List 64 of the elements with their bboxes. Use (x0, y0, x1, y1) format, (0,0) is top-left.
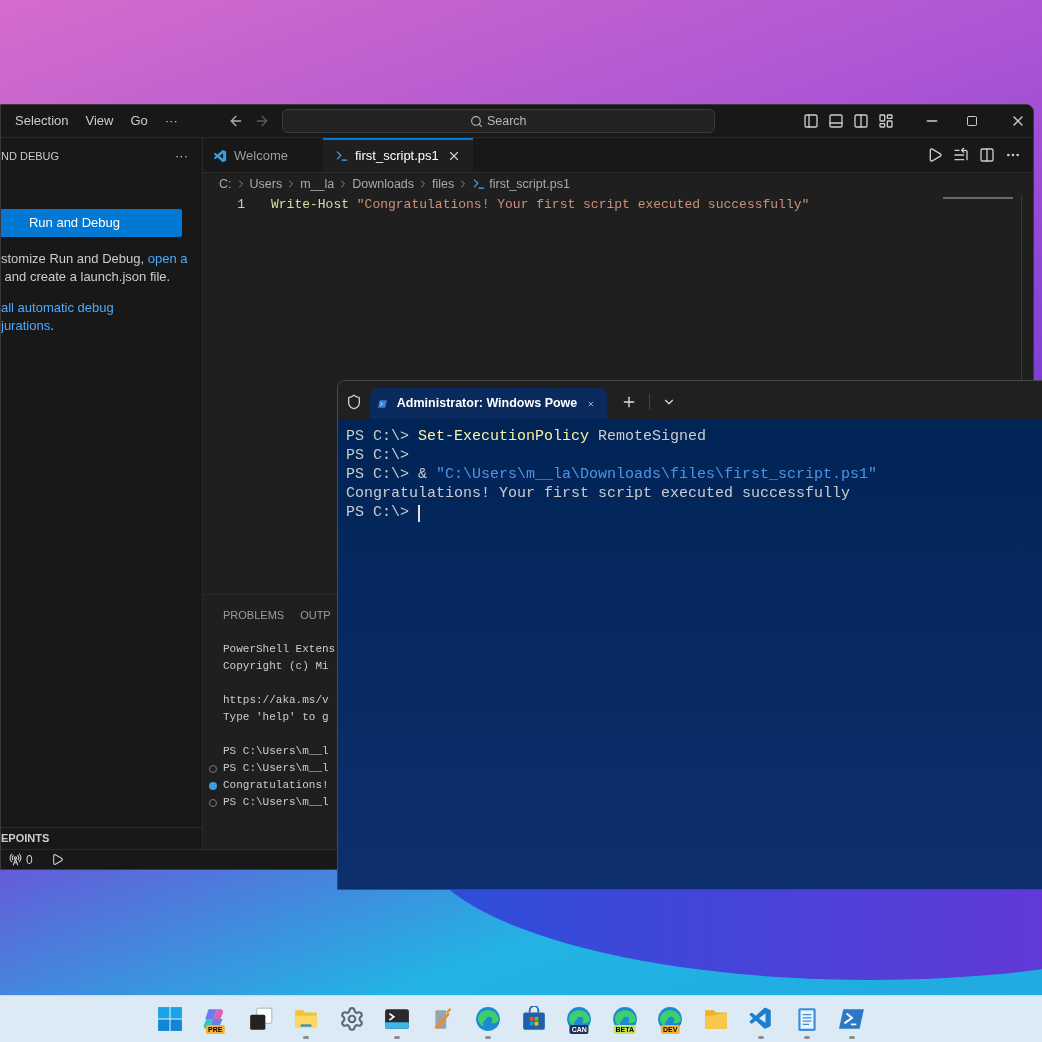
line-number: 1 (236, 195, 245, 214)
custom-layout-icon[interactable] (877, 113, 894, 129)
menu-item[interactable]: Go (122, 111, 156, 131)
terminal-tab[interactable]: Administrator: Windows Powe (370, 388, 607, 419)
terminal-line: https://aka.ms/v (223, 693, 329, 709)
breadcrumb-item[interactable]: m__la (300, 174, 335, 194)
overlapping-windows-icon (247, 1006, 274, 1032)
breadcrumb-item[interactable]: C: (219, 174, 232, 194)
sidebar-layout-icon[interactable] (802, 113, 819, 129)
terminal-line: PS C:\Users\m__l (223, 744, 329, 760)
split-editor-icon[interactable] (979, 147, 995, 163)
code-logo-icon (213, 148, 228, 164)
menu-item[interactable]: View (77, 111, 122, 131)
console-line: PS C:\> (346, 503, 410, 524)
shopping-bag-icon (520, 1006, 547, 1032)
code-line: Write-Host "Congratulations! Your first script executed successfully" (271, 195, 810, 214)
console-line: Congratulations! Your first script executed successfully (346, 484, 851, 505)
terminal-line: Type 'help' to g (223, 710, 329, 726)
panel-tab[interactable]: PROBLEMS (223, 606, 285, 624)
tab-title: Administrator: Windows Powe (396, 395, 578, 413)
terminal-icon (335, 149, 349, 163)
terminal-icon (384, 1006, 411, 1032)
panel-tab[interactable]: OUTP (300, 606, 331, 624)
gear-icon (338, 1006, 365, 1032)
terminal-icon (839, 1006, 866, 1032)
console-line: PS C:\> Set-ExecutionPolicy RemoteSigned (346, 427, 707, 448)
terminal-line: PowerShell Extens (223, 642, 336, 658)
run-icon[interactable] (927, 147, 943, 163)
browser-logo-icon (475, 1006, 502, 1032)
more-actions-button[interactable]: ··· (175, 146, 188, 166)
shield-icon (346, 394, 362, 410)
antenna-icon[interactable] (9, 853, 22, 866)
maximize-icon[interactable] (965, 115, 978, 127)
run-selection-icon[interactable] (953, 147, 969, 163)
editor-tab[interactable]: Welcome (203, 138, 323, 172)
windows-logo-icon (156, 1006, 183, 1032)
menu-item[interactable]: Selection (7, 111, 77, 131)
new-tab-icon[interactable] (621, 394, 637, 410)
editor-tab[interactable]: first_script.ps1 (323, 138, 473, 172)
terminal-line: Congratulations! (223, 778, 329, 794)
help-paragraph: all automatic debug jurations. (1, 299, 115, 335)
help-link[interactable]: all automatic debug (1, 300, 114, 315)
terminal-icon (472, 177, 487, 191)
split-layout-icon[interactable] (852, 113, 869, 129)
terminal-line: PS C:\Users\m__l (223, 795, 329, 811)
breadcrumb-item[interactable]: first_script.ps1 (489, 174, 570, 194)
debug-play-icon[interactable] (50, 853, 64, 866)
help-paragraph: stomize Run and Debug, open a and create a launch.json file. (1, 250, 189, 286)
breadcrumb-item[interactable]: files (432, 174, 455, 194)
terminal-line: Copyright (c) Mi (223, 659, 329, 675)
console-line: PS C:\> & "C:\Users\m__la\Downloads\files\first_script.ps1" (346, 465, 878, 486)
ports-count[interactable]: 0 (26, 850, 33, 869)
breadcrumb-item[interactable]: Users (249, 174, 283, 194)
panel-layout-icon[interactable] (827, 113, 844, 129)
search-icon (469, 114, 483, 128)
run-and-debug-button[interactable]: Run and Debug (1, 209, 182, 237)
console-line: PS C:\> (346, 446, 409, 467)
menu-item[interactable]: ··· (156, 111, 186, 131)
help-link[interactable]: open a (147, 251, 188, 266)
terminal-line: PS C:\Users\m__l (223, 761, 329, 777)
breadcrumb-item[interactable]: Downloads (352, 174, 415, 194)
sidebar-title: ND DEBUG (1, 148, 60, 164)
section-header[interactable]: EPOINTS (1, 830, 50, 847)
search-field[interactable]: Search (281, 109, 715, 133)
